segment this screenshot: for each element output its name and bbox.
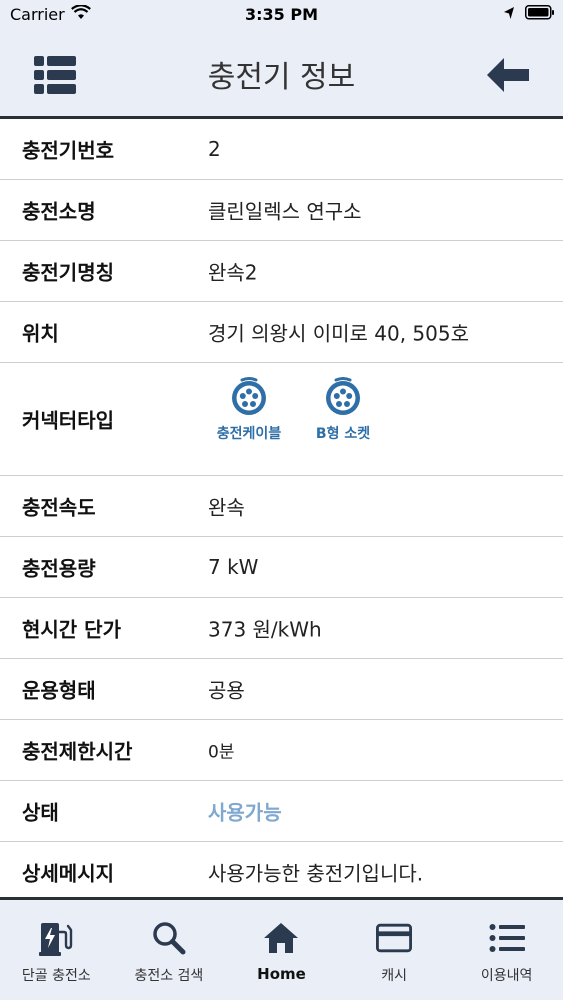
- tab-station-search[interactable]: 충전소 검색: [113, 900, 226, 1000]
- row-status: 상태 사용가능: [0, 781, 563, 842]
- row-operation-type: 운용형태 공용: [0, 659, 563, 720]
- ev-charger-icon: [38, 920, 74, 956]
- row-label: 커넥터타입: [22, 408, 114, 433]
- tab-label: 충전소 검색: [134, 968, 204, 984]
- row-value: 클린일렉스 연구소: [208, 199, 362, 224]
- row-label: 운용형태: [22, 678, 96, 703]
- row-location: 위치 경기 의왕시 이미로 40, 505호: [0, 302, 563, 363]
- search-icon: [151, 920, 187, 956]
- nav-bar: 충전기 정보: [0, 30, 563, 116]
- row-time-limit: 충전제한시간 0분: [0, 720, 563, 781]
- row-label: 충전기번호: [22, 138, 114, 163]
- connector-list: 충전케이블 B형 소켓: [212, 377, 380, 443]
- row-value: 완속: [208, 495, 245, 520]
- status-time: 3:35 PM: [244, 5, 318, 24]
- arrow-left-icon: [487, 58, 529, 92]
- tab-home[interactable]: Home: [225, 900, 338, 1000]
- card-icon: [376, 920, 413, 956]
- row-charging-speed: 충전속도 완속: [0, 476, 563, 537]
- row-label: 충전제한시간: [22, 739, 133, 764]
- row-value: 완속2: [208, 260, 258, 285]
- row-value: 공용: [208, 678, 245, 703]
- row-value: 373 원/kWh: [208, 617, 322, 642]
- tab-label: 캐시: [381, 968, 407, 984]
- row-current-price: 현시간 단가 373 원/kWh: [0, 598, 563, 659]
- connector-label: B형 소켓: [315, 426, 371, 442]
- row-label: 상세메시지: [22, 861, 114, 886]
- connector-label: 충전케이블: [216, 426, 282, 442]
- row-label: 현시간 단가: [22, 617, 121, 642]
- row-value: 0분: [208, 742, 235, 763]
- row-value: 사용가능한 충전기입니다.: [208, 861, 424, 886]
- tab-label: 단골 충전소: [21, 968, 91, 984]
- list-icon: [489, 920, 525, 956]
- row-charger-number: 충전기번호 2: [0, 119, 563, 180]
- row-label: 상태: [22, 800, 59, 825]
- tab-label: Home: [257, 965, 306, 983]
- charger-info-list: 충전기번호 2 충전소명 클린일렉스 연구소 충전기명칭 완속2 위치 경기 의…: [0, 119, 563, 903]
- location-arrow-icon: [503, 5, 515, 24]
- connector-item: 충전케이블: [212, 377, 286, 443]
- status-bar: Carrier 3:35 PM: [0, 0, 563, 30]
- connector-item: B형 소켓: [306, 377, 380, 443]
- row-capacity: 충전용량 7 kW: [0, 537, 563, 598]
- status-badge: 사용가능: [208, 800, 282, 825]
- page-title: 충전기 정보: [207, 60, 356, 95]
- row-label: 위치: [22, 321, 59, 346]
- row-label: 충전소명: [22, 199, 96, 224]
- tab-cash[interactable]: 캐시: [338, 900, 451, 1000]
- row-connector-type: 커넥터타입 충전케이블 B형 소켓: [0, 363, 563, 476]
- battery-icon: [525, 5, 555, 24]
- row-value: 2: [208, 137, 221, 161]
- row-charger-name: 충전기명칭 완속2: [0, 241, 563, 302]
- row-label: 충전기명칭: [22, 260, 114, 285]
- row-station-name: 충전소명 클린일렉스 연구소: [0, 180, 563, 241]
- tab-bar: 단골 충전소 충전소 검색 Home 캐시 이용내역: [0, 897, 563, 1000]
- row-value: 7 kW: [208, 555, 259, 579]
- tab-usage-history[interactable]: 이용내역: [450, 900, 563, 1000]
- tab-label: 이용내역: [480, 968, 533, 984]
- status-right: [503, 5, 555, 24]
- back-button[interactable]: [487, 58, 529, 92]
- row-detail-message: 상세메시지 사용가능한 충전기입니다.: [0, 842, 563, 903]
- tab-favorite-stations[interactable]: 단골 충전소: [0, 900, 113, 1000]
- row-label: 충전용량: [22, 556, 96, 581]
- ac-connector-icon: [326, 377, 360, 415]
- row-value: 경기 의왕시 이미로 40, 505호: [208, 321, 470, 346]
- ac-connector-icon: [232, 377, 266, 415]
- home-icon: [263, 920, 299, 956]
- row-label: 충전속도: [22, 495, 96, 520]
